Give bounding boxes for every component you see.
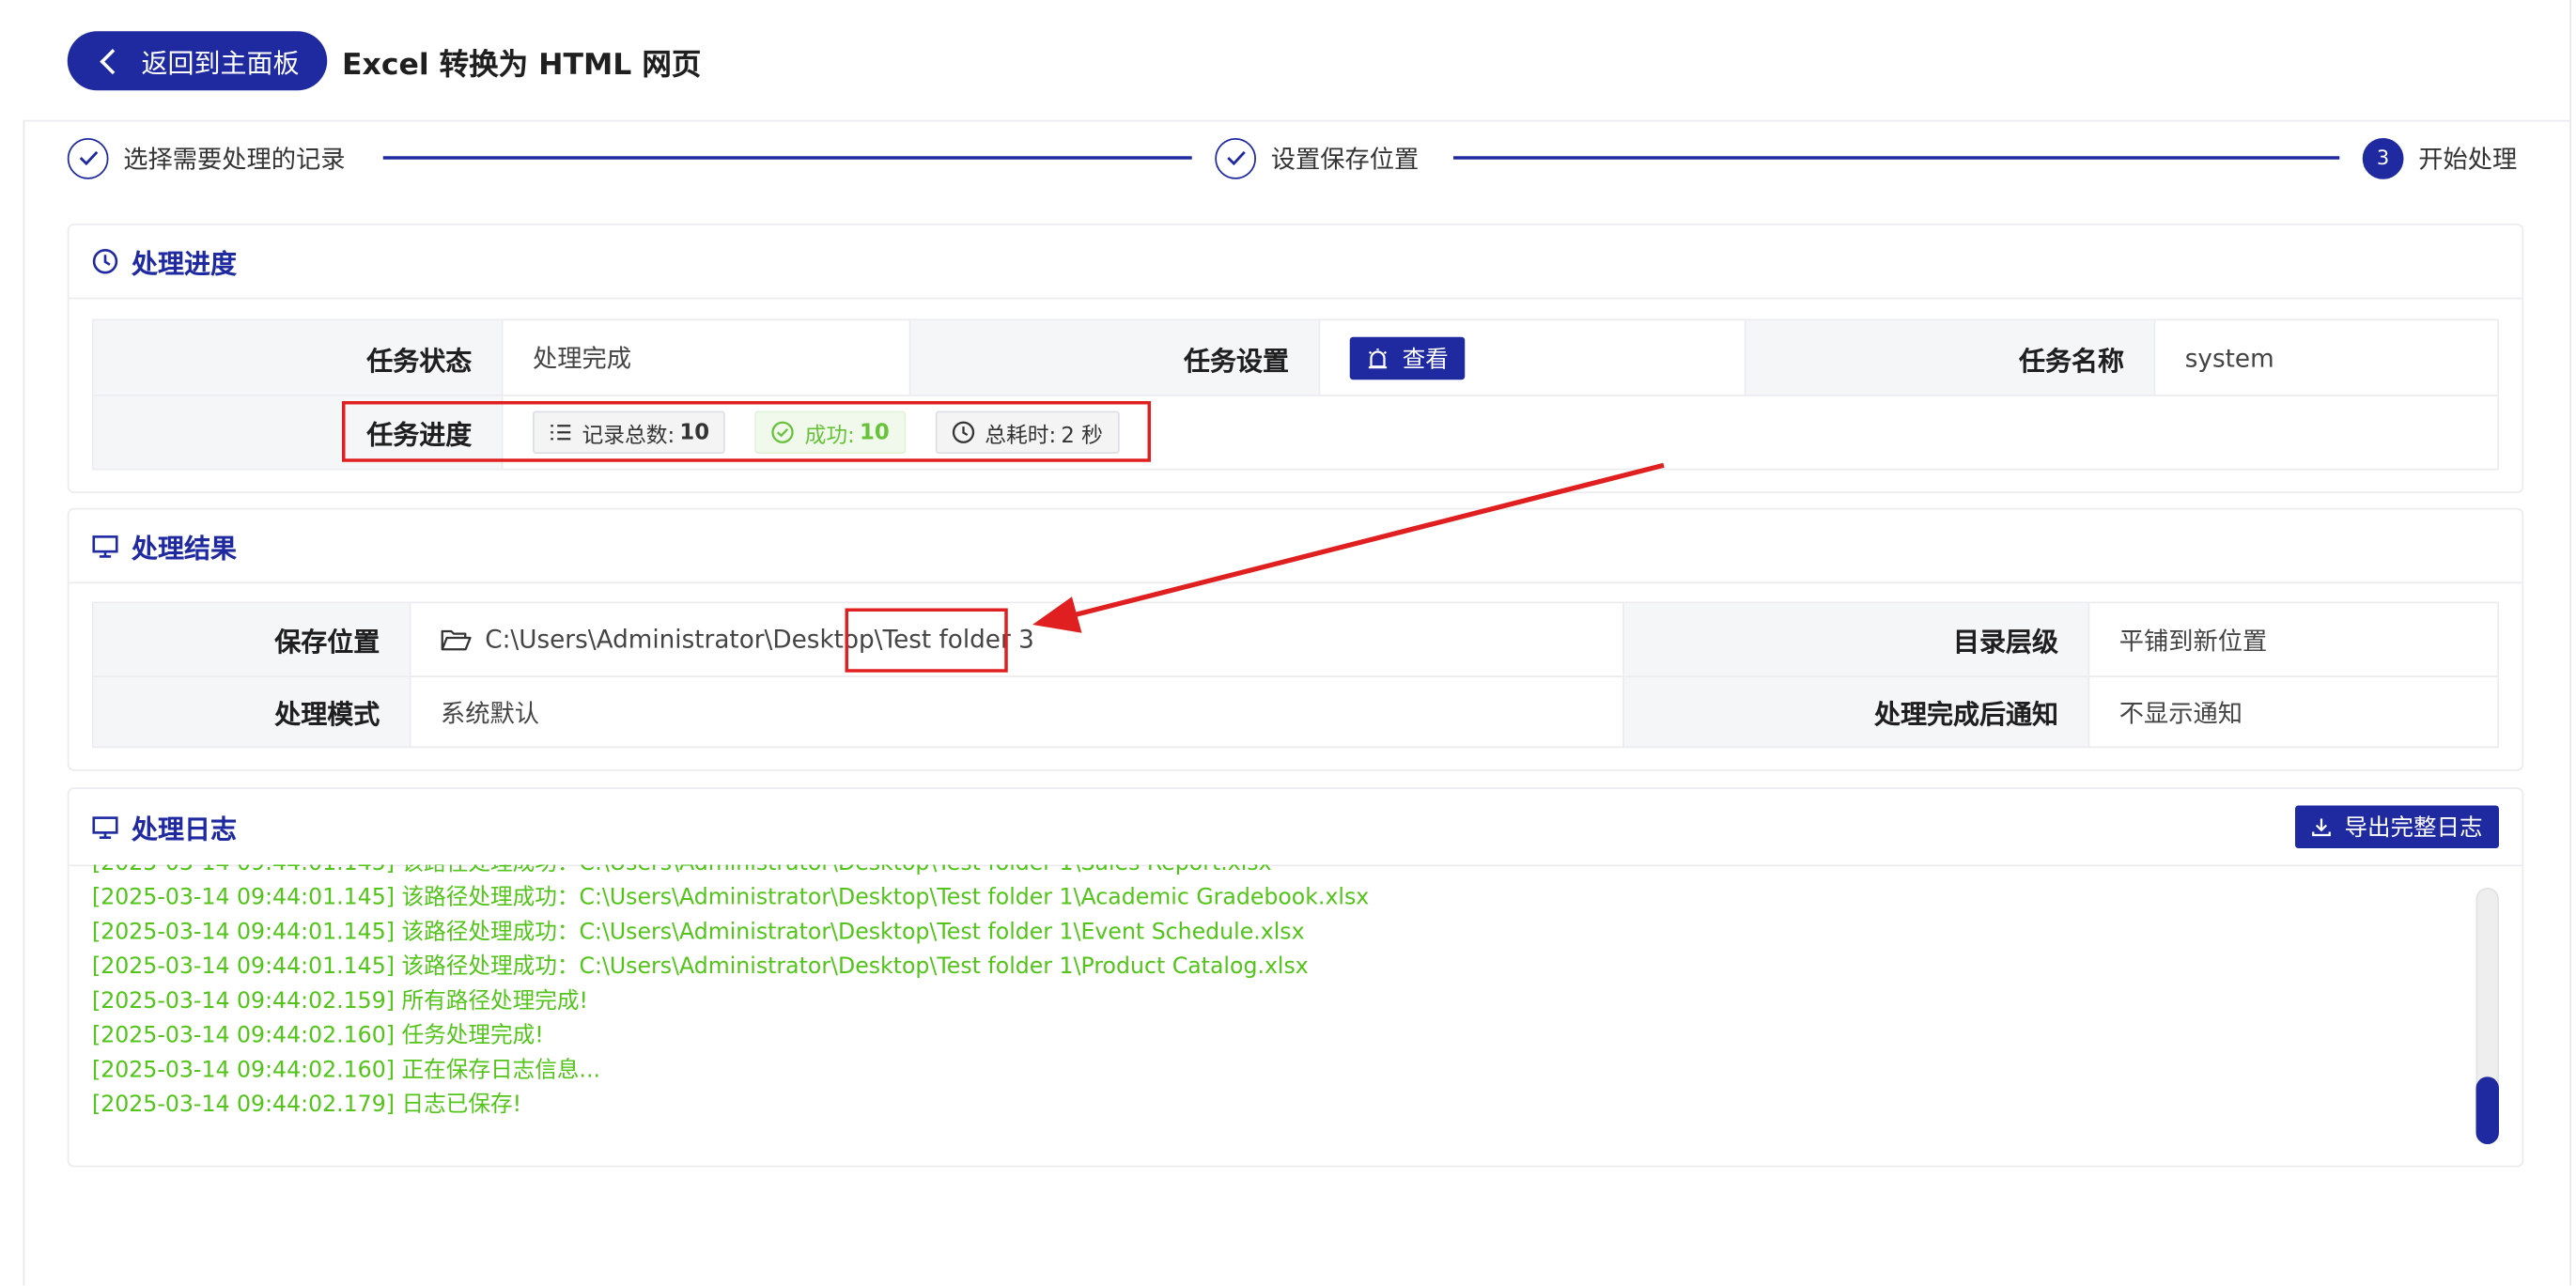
app-root: 返回到主面板 Excel 转换为 HTML 网页 选择需要处理的记录 设置保存位… xyxy=(0,0,2576,1286)
annotation-arrow xyxy=(1032,462,1665,633)
